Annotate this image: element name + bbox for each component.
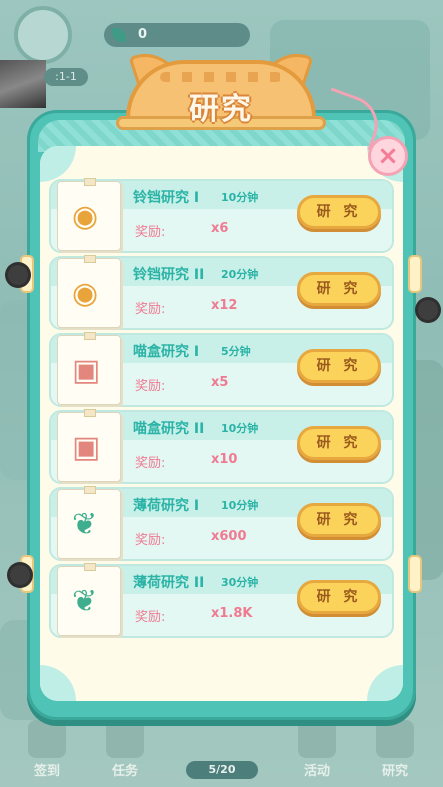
gear-icon xyxy=(418,300,438,320)
research-time: 10分钟 xyxy=(221,191,259,204)
pin-icon xyxy=(84,563,96,571)
reward-card: ◉ xyxy=(57,255,121,328)
reward-value: x10 xyxy=(211,452,238,467)
side-clip xyxy=(408,255,422,293)
reward-value: x6 xyxy=(211,221,229,236)
research-time: 10分钟 xyxy=(221,422,259,435)
progress-counter: 5/20 xyxy=(186,761,258,779)
level-label: :1-1 xyxy=(44,68,88,86)
nav-events[interactable]: 活动 xyxy=(292,720,342,779)
pin-icon xyxy=(84,178,96,186)
nav-tasks[interactable]: 任务 xyxy=(100,720,150,779)
reward-card: ❦ xyxy=(57,563,121,636)
mint-currency: 0 xyxy=(104,23,250,47)
research-button[interactable]: 研 究 xyxy=(297,580,381,614)
reward-label: 奖励: xyxy=(135,225,166,240)
title-banner: 研究 xyxy=(116,44,326,130)
research-button[interactable]: 研 究 xyxy=(297,195,381,229)
reward-label: 奖励: xyxy=(135,533,166,548)
reward-card: ◉ xyxy=(57,178,121,251)
research-button[interactable]: 研 究 xyxy=(297,426,381,460)
research-row: ▣ 喵盒研究 II 10分钟 奖励: x10 研 究 xyxy=(49,409,394,484)
reward-value: x12 xyxy=(211,298,238,313)
reward-label: 奖励: xyxy=(135,379,166,394)
bell-icon: ◉ xyxy=(72,276,99,311)
gift-box-icon: ▣ xyxy=(72,353,101,388)
research-button[interactable]: 研 究 xyxy=(297,349,381,383)
nav-checkin[interactable]: 签到 xyxy=(22,720,72,779)
research-name: 薄荷研究 II xyxy=(133,575,205,591)
research-name: 铃铛研究 I xyxy=(133,190,200,206)
research-row: ❦ 薄荷研究 II 30分钟 奖励: x1.8K 研 究 xyxy=(49,563,394,638)
research-time: 30分钟 xyxy=(221,576,259,589)
gear-icon xyxy=(8,265,28,285)
reward-value: x1.8K xyxy=(211,606,253,621)
side-clip xyxy=(408,555,422,593)
research-row: ▣ 喵盒研究 I 5分钟 奖励: x5 研 究 xyxy=(49,332,394,407)
event-icon xyxy=(298,720,336,758)
pin-icon xyxy=(84,332,96,340)
dialog-title: 研究 xyxy=(189,92,253,127)
calendar-icon xyxy=(28,720,66,758)
reward-value: x5 xyxy=(211,375,229,390)
research-name: 喵盒研究 I xyxy=(133,344,200,360)
mint-leaf-icon: ❦ xyxy=(72,584,98,619)
bell-icon: ◉ xyxy=(72,199,99,234)
reward-label: 奖励: xyxy=(135,302,166,317)
research-button[interactable]: 研 究 xyxy=(297,272,381,306)
nav-tasks-label: 任务 xyxy=(111,764,138,779)
nav-events-label: 活动 xyxy=(303,764,330,779)
magnifier-icon xyxy=(376,720,414,758)
research-row: ❦ 薄荷研究 I 10分钟 奖励: x600 研 究 xyxy=(49,486,394,561)
pin-icon xyxy=(84,409,96,417)
reward-label: 奖励: xyxy=(135,456,166,471)
research-time: 5分钟 xyxy=(221,345,251,358)
research-button[interactable]: 研 究 xyxy=(297,503,381,537)
pin-icon xyxy=(84,486,96,494)
nav-research[interactable]: 研究 xyxy=(370,720,420,779)
player-avatar[interactable] xyxy=(14,6,72,64)
research-time: 10分钟 xyxy=(221,499,259,512)
gift-box-icon: ▣ xyxy=(72,430,101,465)
bottom-nav: 签到 任务 5/20 活动 研究 xyxy=(0,720,443,787)
research-name: 薄荷研究 I xyxy=(133,498,200,514)
research-row: ◉ 铃铛研究 II 20分钟 奖励: x12 研 究 xyxy=(49,255,394,330)
research-row: ◉ 铃铛研究 I 10分钟 奖励: x6 研 究 xyxy=(49,178,394,253)
close-button[interactable]: × xyxy=(368,136,408,176)
thumbnail-image xyxy=(0,60,46,108)
nav-research-label: 研究 xyxy=(381,764,408,779)
reward-value: x600 xyxy=(211,529,247,544)
clipboard-icon xyxy=(106,720,144,758)
reward-card: ▣ xyxy=(57,332,121,405)
mint-leaf-icon xyxy=(112,28,126,42)
research-name: 铃铛研究 II xyxy=(133,267,205,283)
research-time: 20分钟 xyxy=(221,268,259,281)
close-icon: × xyxy=(377,141,399,171)
reward-card: ❦ xyxy=(57,486,121,559)
reward-label: 奖励: xyxy=(135,610,166,625)
mint-leaf-icon: ❦ xyxy=(72,507,98,542)
currency-value: 0 xyxy=(138,27,148,42)
research-name: 喵盒研究 II xyxy=(133,421,205,437)
pin-icon xyxy=(84,255,96,263)
nav-checkin-label: 签到 xyxy=(33,764,60,779)
gear-icon xyxy=(10,565,30,585)
reward-card: ▣ xyxy=(57,409,121,482)
